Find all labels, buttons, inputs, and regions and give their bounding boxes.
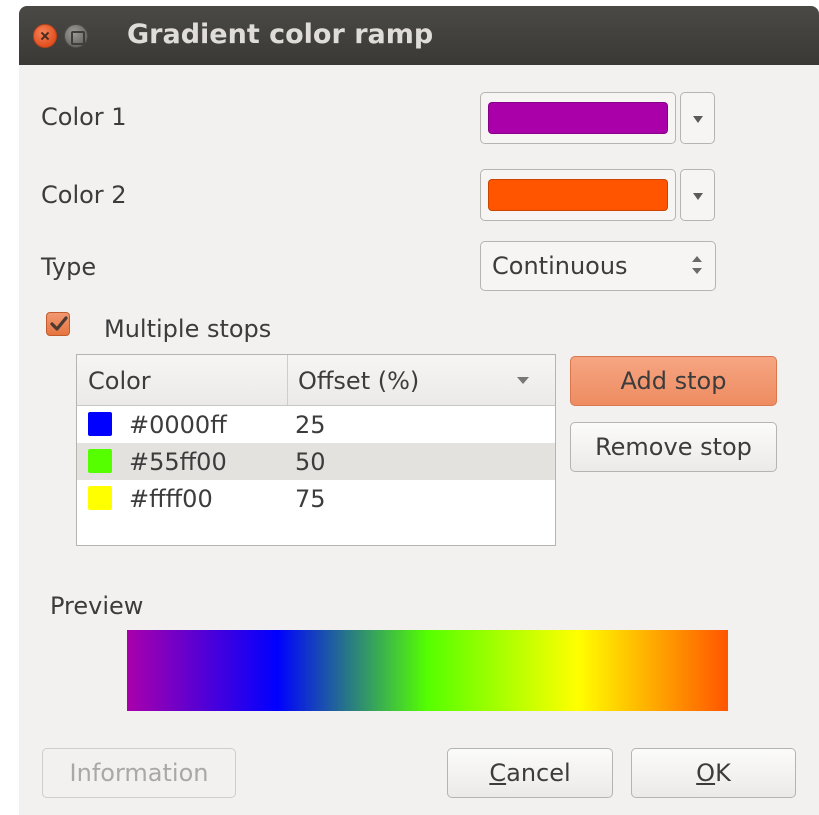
color2-button[interactable] bbox=[480, 169, 676, 221]
color1-label: Color 1 bbox=[41, 103, 127, 131]
table-row[interactable]: #0000ff 25 bbox=[77, 406, 555, 443]
sort-down-icon bbox=[517, 377, 529, 384]
remove-stop-button[interactable]: Remove stop bbox=[570, 422, 777, 472]
color2-label: Color 2 bbox=[41, 181, 127, 209]
color1-dropdown-button[interactable] bbox=[680, 92, 715, 144]
title-bar: Gradient color ramp bbox=[19, 6, 819, 65]
color1-button[interactable] bbox=[480, 92, 676, 144]
color1-swatch bbox=[488, 102, 668, 134]
table-row[interactable]: #55ff00 50 bbox=[77, 443, 555, 480]
type-select[interactable]: Continuous bbox=[480, 241, 716, 291]
stop-color-swatch bbox=[88, 486, 112, 510]
stops-table-header: Color Offset (%) bbox=[77, 355, 555, 406]
color2-swatch bbox=[488, 179, 668, 211]
stop-color-swatch bbox=[88, 412, 112, 436]
cancel-button[interactable]: Cancel bbox=[447, 748, 613, 798]
preview-label: Preview bbox=[50, 592, 144, 620]
stops-table: Color Offset (%) #0000ff 25 #55ff00 50 #… bbox=[76, 354, 556, 546]
stop-color-swatch bbox=[88, 449, 112, 473]
add-stop-button[interactable]: Add stop bbox=[570, 356, 777, 406]
gradient-color-ramp-dialog: Gradient color ramp Color 1 Color 2 Type… bbox=[19, 6, 819, 815]
type-label: Type bbox=[41, 253, 97, 281]
gradient-preview bbox=[127, 630, 728, 711]
minimize-window-icon[interactable] bbox=[64, 24, 88, 48]
color2-dropdown-button[interactable] bbox=[680, 169, 715, 221]
ok-button[interactable]: OK bbox=[631, 748, 796, 798]
updown-arrows-icon bbox=[691, 254, 703, 278]
type-select-value: Continuous bbox=[492, 252, 628, 280]
stop-color-hex: #0000ff bbox=[129, 411, 227, 439]
stop-offset: 25 bbox=[295, 411, 326, 439]
column-divider bbox=[287, 355, 288, 405]
stop-offset: 75 bbox=[295, 485, 326, 513]
stop-offset: 50 bbox=[295, 448, 326, 476]
stop-color-hex: #ffff00 bbox=[129, 485, 213, 513]
checkmark-icon bbox=[50, 316, 68, 331]
window-title: Gradient color ramp bbox=[127, 19, 434, 50]
table-row[interactable]: #ffff00 75 bbox=[77, 480, 555, 517]
multiple-stops-checkbox[interactable] bbox=[46, 312, 70, 336]
close-window-icon[interactable] bbox=[33, 24, 57, 48]
stop-color-hex: #55ff00 bbox=[129, 448, 227, 476]
multiple-stops-label[interactable]: Multiple stops bbox=[104, 315, 271, 343]
column-header-offset[interactable]: Offset (%) bbox=[298, 367, 419, 395]
column-header-color[interactable]: Color bbox=[88, 367, 151, 395]
information-button[interactable]: Information bbox=[42, 748, 236, 798]
